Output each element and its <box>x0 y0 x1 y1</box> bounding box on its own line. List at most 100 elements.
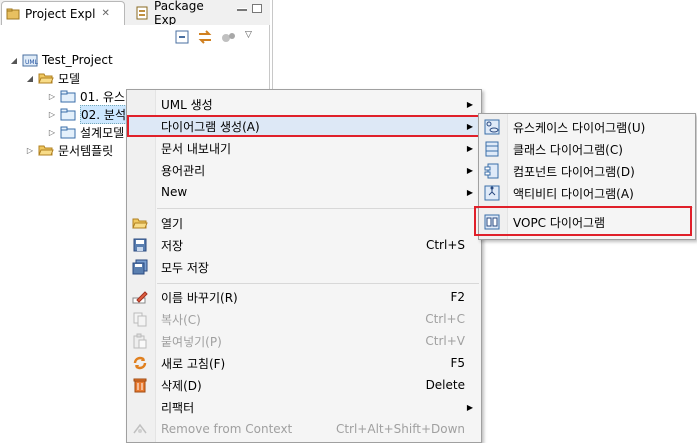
menu-item-paste[interactable]: 붙여넣기(P) Ctrl+V <box>127 330 481 352</box>
submenu-arrow-icon: ▶ <box>466 187 473 197</box>
remove-context-icon <box>133 423 147 434</box>
menu-item-uml-generate[interactable]: UML 생성 ▶ <box>127 93 481 115</box>
menu-shortcut: Ctrl+V <box>425 334 465 348</box>
package-explorer-icon <box>136 6 148 20</box>
tree-label: 문서템플릿 <box>58 143 114 158</box>
menu-label: 열기 <box>161 216 184 231</box>
menu-shortcut: Ctrl+Alt+Shift+Down <box>335 422 465 436</box>
menu-item-open[interactable]: 열기 <box>127 212 481 234</box>
paste-icon <box>133 333 147 349</box>
tree-label: 설계모델 <box>80 125 125 140</box>
menu-label: New <box>161 185 188 199</box>
submenu-arrow-icon: ▶ <box>466 165 473 175</box>
tree-item-usecase-model[interactable]: ▷ 01. 유스 <box>8 87 127 105</box>
menu-item-refresh[interactable]: 새로 고침(F) F5 <box>127 352 481 374</box>
collapsed-icon[interactable]: ▷ <box>46 92 58 101</box>
menu-label: 저장 <box>161 238 184 253</box>
save-all-icon <box>132 259 148 275</box>
tab-package-explorer[interactable]: Package Exp <box>127 0 227 27</box>
tree-item-root[interactable]: ◢ UML Test_Project <box>8 51 127 69</box>
submenu-arrow-icon: ▶ <box>466 402 473 412</box>
link-with-editor-icon[interactable] <box>197 30 213 44</box>
folder-open-icon <box>132 218 148 229</box>
menu-label: 컴포넌트 다이어그램(D) <box>513 164 635 179</box>
project-tree: ◢ UML Test_Project ◢ 모델 ▷ 01. 유스 ▷ 02. 분… <box>8 51 127 159</box>
submenu-item-class-diagram[interactable]: 클래스 다이어그램(C) <box>479 138 695 160</box>
folder-open-icon <box>38 145 54 156</box>
context-menu: UML 생성 ▶ 다이어그램 생성(A) ▶ 문서 내보내기 ▶ 용어관리 ▶ … <box>126 89 482 443</box>
submenu-item-activity-diagram[interactable]: 액티비티 다이어그램(A) <box>479 182 695 204</box>
tree-label: 02. 분석 <box>80 104 127 124</box>
menu-item-copy[interactable]: 복사(C) Ctrl+C <box>127 308 481 330</box>
view-tab-bar: Project Expl ✕ Package Exp <box>0 0 270 27</box>
save-icon <box>133 238 147 252</box>
view-menu-icon[interactable]: ▽ <box>245 30 252 46</box>
collapsed-icon[interactable]: ▷ <box>46 110 58 119</box>
menu-label: 새로 고침(F) <box>161 356 226 371</box>
view-toolbar: ▽ <box>175 30 252 46</box>
minimize-icon[interactable] <box>237 8 247 11</box>
package-icon <box>60 126 76 139</box>
component-diagram-icon <box>484 163 499 179</box>
tab-label: Package Exp <box>154 0 204 27</box>
menu-item-new[interactable]: New ▶ <box>127 181 481 203</box>
menu-separator <box>157 208 479 209</box>
submenu-arrow-icon: ▶ <box>466 99 473 109</box>
refresh-icon <box>133 356 147 370</box>
menu-item-refactor[interactable]: 리팩터 ▶ <box>127 396 481 418</box>
menu-label: 복사(C) <box>161 312 201 327</box>
menu-label: Remove from Context <box>161 422 293 436</box>
menu-label: 용어관리 <box>161 163 206 178</box>
menu-shortcut: F5 <box>450 356 465 370</box>
submenu-item-usecase-diagram[interactable]: 유스케이스 다이어그램(U) <box>479 116 695 138</box>
maximize-icon[interactable] <box>252 4 262 13</box>
menu-shortcut: Delete <box>425 378 465 392</box>
menu-separator <box>157 283 479 284</box>
tree-label: 01. 유스 <box>80 89 125 104</box>
uml-project-icon: UML <box>22 54 38 67</box>
expanded-icon[interactable]: ◢ <box>24 74 36 83</box>
menu-label: 이름 바꾸기(R) <box>161 290 238 305</box>
collapsed-icon[interactable]: ▷ <box>24 146 36 155</box>
menu-item-diagram-create[interactable]: 다이어그램 생성(A) ▶ <box>127 115 481 137</box>
menu-item-save[interactable]: 저장 Ctrl+S <box>127 234 481 256</box>
tab-label: Project Expl <box>25 6 96 21</box>
class-diagram-icon <box>485 141 499 157</box>
usecase-diagram-icon <box>484 119 500 135</box>
menu-label: 액티비티 다이어그램(A) <box>513 186 634 201</box>
submenu-arrow-icon: ▶ <box>466 121 473 131</box>
menu-item-remove-from-context[interactable]: Remove from Context Ctrl+Alt+Shift+Down <box>127 418 481 440</box>
menu-item-rename[interactable]: 이름 바꾸기(R) F2 <box>127 286 481 308</box>
menu-label: 붙여넣기(P) <box>161 334 222 349</box>
menu-label: 다이어그램 생성(A) <box>161 119 260 134</box>
menu-label: UML 생성 <box>161 97 213 112</box>
project-explorer-icon <box>6 8 20 19</box>
menu-label: 삭제(D) <box>161 378 202 393</box>
collapsed-icon[interactable]: ▷ <box>46 128 58 137</box>
collapse-all-icon[interactable] <box>175 30 189 44</box>
activity-diagram-icon <box>484 185 500 201</box>
package-icon <box>60 108 76 121</box>
rename-icon <box>132 291 148 304</box>
tab-project-explorer[interactable]: Project Expl ✕ <box>1 1 125 25</box>
menu-item-glossary[interactable]: 용어관리 ▶ <box>127 159 481 181</box>
vopc-highlight-box <box>474 206 692 236</box>
menu-item-export-document[interactable]: 문서 내보내기 ▶ <box>127 137 481 159</box>
tree-item-model[interactable]: ◢ 모델 <box>8 69 127 87</box>
menu-item-delete[interactable]: 삭제(D) Delete <box>127 374 481 396</box>
copy-icon <box>133 312 147 327</box>
filter-icon[interactable] <box>221 30 237 44</box>
menu-item-save-all[interactable]: 모두 저장 <box>127 256 481 278</box>
folder-open-icon <box>38 73 54 84</box>
menu-label: 문서 내보내기 <box>161 141 232 156</box>
tree-label: 모델 <box>58 71 81 86</box>
menu-label: 모두 저장 <box>161 260 209 275</box>
close-icon[interactable]: ✕ <box>102 8 110 19</box>
tree-item-design-model[interactable]: ▷ 설계모델 <box>8 123 127 141</box>
menu-shortcut: Ctrl+S <box>425 238 465 252</box>
tree-label: Test_Project <box>42 53 113 67</box>
tree-item-analysis-model[interactable]: ▷ 02. 분석 <box>8 104 127 124</box>
tree-item-templates[interactable]: ▷ 문서템플릿 <box>8 141 127 159</box>
submenu-item-component-diagram[interactable]: 컴포넌트 다이어그램(D) <box>479 160 695 182</box>
expanded-icon[interactable]: ◢ <box>8 56 20 65</box>
